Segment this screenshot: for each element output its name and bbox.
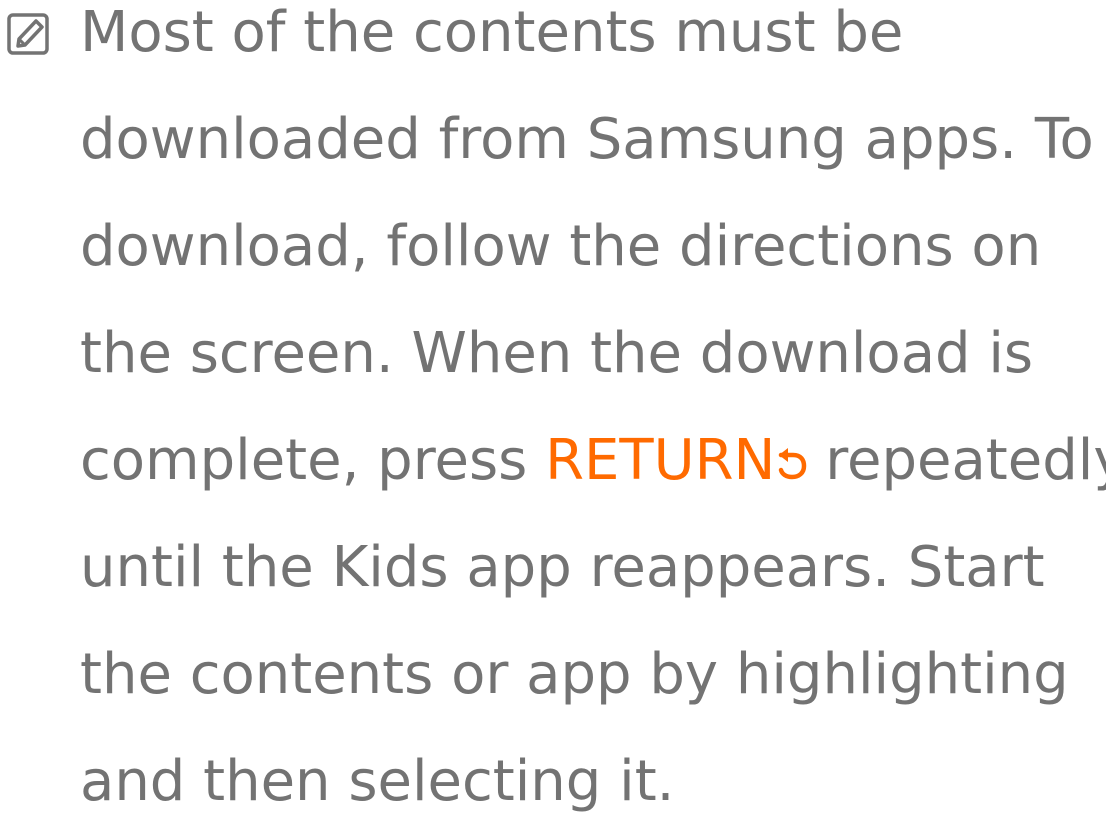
note-line-7: the contents or app by highlighting [80, 642, 1069, 707]
note-line-4: the screen. When the download is [80, 321, 1034, 386]
note-line-5: complete, press RETURN repeatedly [80, 407, 1106, 514]
memo-pencil-icon [7, 13, 49, 55]
note-text: Most of the contents must be downloaded … [80, 0, 1106, 835]
note-line-5-suffix: repeatedly [825, 428, 1106, 493]
note-line-8: and then selecting it. [80, 749, 675, 814]
note-block: Most of the contents must be downloaded … [0, 0, 1106, 814]
note-line-5-prefix: complete, press [80, 428, 546, 493]
note-line-3: download, follow the directions on [80, 214, 1042, 279]
return-key-label: RETURN [545, 428, 776, 493]
note-line-2: downloaded from Samsung apps. To [80, 107, 1094, 172]
note-line-6: until the Kids app reappears. Start [80, 535, 1045, 600]
note-line-1: Most of the contents must be [80, 0, 904, 65]
return-arrow-icon [779, 448, 807, 480]
